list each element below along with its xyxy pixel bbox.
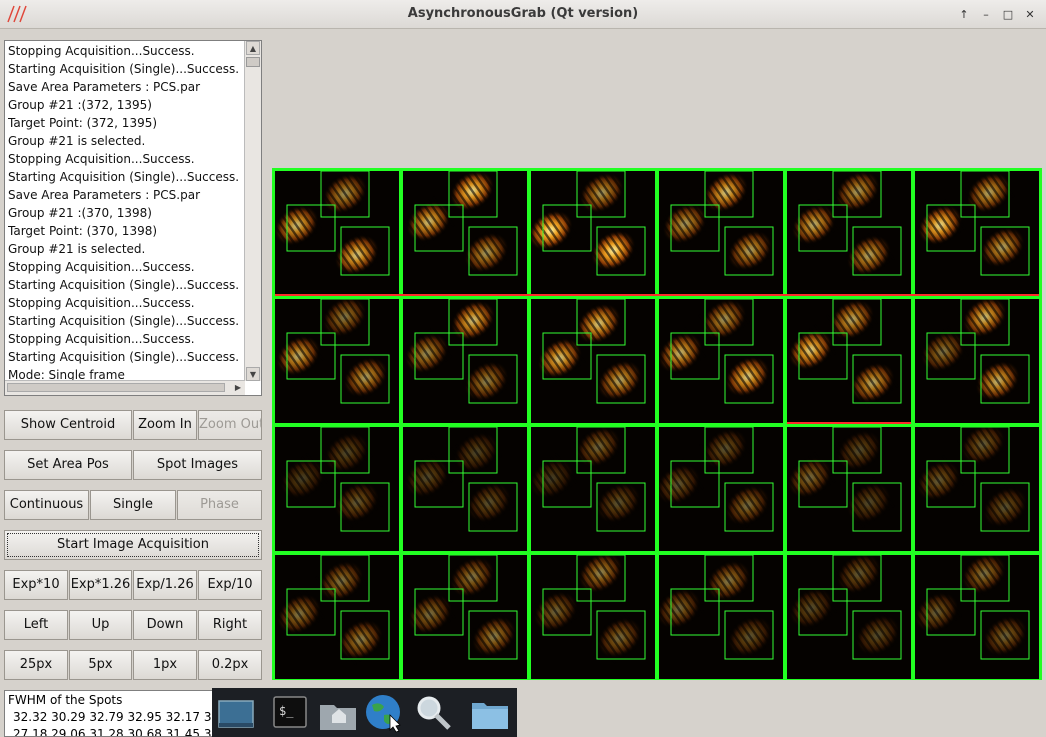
spot-image-cell[interactable] <box>915 299 1039 423</box>
spot-image-cell[interactable] <box>787 427 911 551</box>
step-0-2px-button[interactable]: 0.2px <box>198 650 262 680</box>
phase-button[interactable]: Phase <box>177 490 262 520</box>
web-browser-icon[interactable] <box>364 693 404 733</box>
spot-image-cell[interactable] <box>403 427 527 551</box>
taskbar: $_ <box>212 688 517 737</box>
single-button[interactable]: Single <box>90 490 176 520</box>
spot-image-cell[interactable] <box>275 299 399 423</box>
fwhm-row: 27.18 29.06 31.28 30.68 31.45 32.1 <box>13 727 214 737</box>
svg-text:$_: $_ <box>279 704 294 718</box>
log-line: Target Point: (372, 1395) <box>8 116 158 130</box>
title-bar: AsynchronousGrab (Qt version) ↑ – □ ✕ <box>0 0 1046 29</box>
log-output[interactable]: Stopping Acquisition...Success. Starting … <box>4 40 262 396</box>
exp-times-1-26-button[interactable]: Exp*1.26 <box>69 570 132 600</box>
log-vertical-scrollbar[interactable]: ▲ ▼ <box>244 41 261 381</box>
log-line: Starting Acquisition (Single)...Success. <box>8 170 240 184</box>
scroll-right-icon[interactable]: ▶ <box>231 381 245 394</box>
spot-image-cell[interactable] <box>787 299 911 423</box>
selection-marker <box>275 294 1039 296</box>
log-line: Group #21 is selected. <box>8 134 146 148</box>
log-line: Stopping Acquisition...Success. <box>8 332 195 346</box>
log-line: Group #21 is selected. <box>8 242 146 256</box>
move-up-button[interactable]: Up <box>69 610 132 640</box>
close-button[interactable]: ✕ <box>1022 7 1038 22</box>
spot-image-cell[interactable] <box>275 171 399 295</box>
start-image-acquisition-button[interactable]: Start Image Acquisition <box>4 530 262 560</box>
fwhm-row: 32.32 30.29 32.79 32.95 32.17 32.4 <box>13 710 214 724</box>
log-line: Starting Acquisition (Single)...Success. <box>8 62 240 76</box>
hscroll-thumb[interactable] <box>7 383 225 392</box>
spot-image-cell[interactable] <box>659 427 783 551</box>
spot-image-cell[interactable] <box>787 555 911 679</box>
window-title: AsynchronousGrab (Qt version) <box>407 6 639 21</box>
log-line: Stopping Acquisition...Success. <box>8 296 195 310</box>
keep-above-button[interactable]: ↑ <box>956 7 972 22</box>
log-line: Starting Acquisition (Single)...Success. <box>8 278 240 292</box>
step-5px-button[interactable]: 5px <box>69 650 132 680</box>
spot-image-cell[interactable] <box>531 171 655 295</box>
fwhm-title: FWHM of the Spots <box>8 693 123 707</box>
log-line: Save Area Parameters : PCS.par <box>8 188 201 202</box>
terminal-icon[interactable]: $_ <box>272 693 312 733</box>
fwhm-panel: FWHM of the Spots 32.32 30.29 32.79 32.9… <box>4 690 214 737</box>
scroll-thumb[interactable] <box>246 57 260 67</box>
home-folder-icon[interactable] <box>318 693 358 733</box>
spot-image-cell[interactable] <box>275 555 399 679</box>
selection-marker <box>787 422 911 424</box>
log-line: Stopping Acquisition...Success. <box>8 152 195 166</box>
log-lines: Stopping Acquisition...Success. Starting … <box>8 42 246 384</box>
scroll-up-icon[interactable]: ▲ <box>246 41 260 55</box>
spot-image-cell[interactable] <box>403 299 527 423</box>
folder-icon[interactable] <box>470 693 510 733</box>
spot-image-cell[interactable] <box>659 171 783 295</box>
zoom-out-button[interactable]: Zoom Out <box>198 410 262 440</box>
spot-image-cell[interactable] <box>531 555 655 679</box>
spot-image-cell[interactable] <box>531 299 655 423</box>
move-left-button[interactable]: Left <box>4 610 68 640</box>
exp-div-1-26-button[interactable]: Exp/1.26 <box>133 570 197 600</box>
spot-image-cell[interactable] <box>275 427 399 551</box>
step-25px-button[interactable]: 25px <box>4 650 68 680</box>
exp-times-10-button[interactable]: Exp*10 <box>4 570 68 600</box>
maximize-button[interactable]: □ <box>1000 7 1016 22</box>
exp-div-10-button[interactable]: Exp/10 <box>198 570 262 600</box>
spot-images-button[interactable]: Spot Images <box>133 450 262 480</box>
spot-image-cell[interactable] <box>915 427 1039 551</box>
zoom-in-button[interactable]: Zoom In <box>133 410 197 440</box>
log-line: Starting Acquisition (Single)...Success. <box>8 314 240 328</box>
log-line: Stopping Acquisition...Success. <box>8 260 195 274</box>
show-centroid-button[interactable]: Show Centroid <box>4 410 132 440</box>
spot-image-cell[interactable] <box>403 555 527 679</box>
show-desktop-icon[interactable] <box>216 693 256 733</box>
step-1px-button[interactable]: 1px <box>133 650 197 680</box>
log-line: Target Point: (370, 1398) <box>8 224 158 238</box>
spot-image-cell[interactable] <box>787 171 911 295</box>
spot-image-cell[interactable] <box>659 555 783 679</box>
spot-image-cell[interactable] <box>403 171 527 295</box>
spot-image-cell[interactable] <box>915 555 1039 679</box>
continuous-button[interactable]: Continuous <box>4 490 89 520</box>
move-right-button[interactable]: Right <box>198 610 262 640</box>
scroll-down-icon[interactable]: ▼ <box>246 367 260 381</box>
spot-image-grid[interactable] <box>272 168 1042 680</box>
search-icon[interactable] <box>414 693 454 733</box>
log-line: Group #21 :(372, 1395) <box>8 98 152 112</box>
log-line: Save Area Parameters : PCS.par <box>8 80 201 94</box>
move-down-button[interactable]: Down <box>133 610 197 640</box>
log-line: Stopping Acquisition...Success. <box>8 44 195 58</box>
log-horizontal-scrollbar[interactable]: ▶ <box>5 380 245 395</box>
set-area-pos-button[interactable]: Set Area Pos <box>4 450 132 480</box>
spot-image-cell[interactable] <box>915 171 1039 295</box>
spot-image-cell[interactable] <box>531 427 655 551</box>
spot-image-cell[interactable] <box>659 299 783 423</box>
log-line: Group #21 :(370, 1398) <box>8 206 152 220</box>
minimize-button[interactable]: – <box>978 7 994 22</box>
log-line: Starting Acquisition (Single)...Success. <box>8 350 240 364</box>
